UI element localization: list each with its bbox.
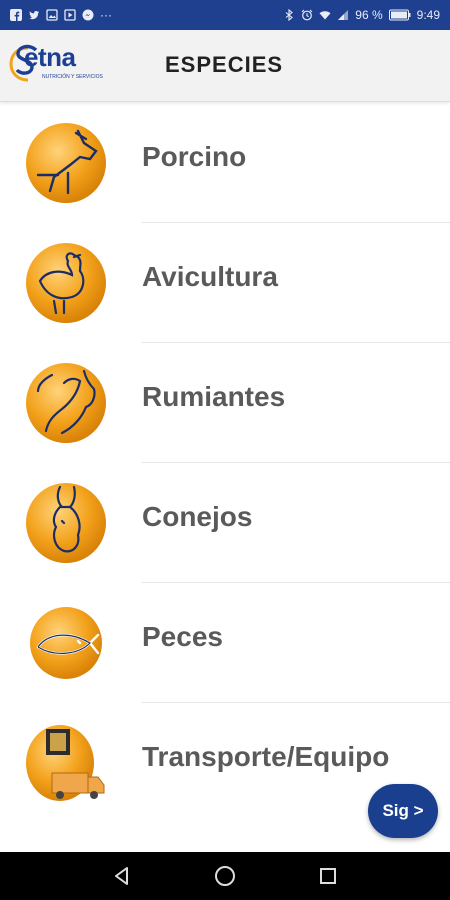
nav-back-button[interactable] — [110, 864, 134, 888]
battery-icon — [388, 9, 411, 21]
play-store-icon — [64, 9, 76, 21]
rabbit-icon — [26, 483, 106, 563]
species-item-peces[interactable]: Peces — [0, 583, 450, 703]
clock: 9:49 — [416, 8, 440, 22]
next-button[interactable]: Sig > — [368, 784, 438, 838]
twitter-icon — [29, 11, 39, 20]
fish-icon — [30, 607, 102, 679]
facebook-icon — [10, 9, 22, 21]
wifi-icon — [319, 11, 331, 20]
nav-home-button[interactable] — [213, 864, 237, 888]
system-nav-bar — [0, 852, 450, 900]
status-bar: ··· 96 % 9:49 — [0, 0, 450, 30]
system-icons: 96 % 9:49 — [283, 8, 440, 22]
species-list: Porcino Avicultura Rumiantes Conejos Pec… — [0, 103, 450, 823]
alarm-icon — [301, 9, 313, 21]
species-item-avicultura[interactable]: Avicultura — [0, 223, 450, 343]
species-label: Conejos — [142, 501, 253, 532]
species-label: Transporte/Equipo — [142, 741, 390, 772]
app-header: etna NUTRICIÓN Y SERVICIOS ESPECIES — [0, 30, 450, 102]
species-item-rumiantes[interactable]: Rumiantes — [0, 343, 450, 463]
species-label: Porcino — [142, 141, 247, 172]
bluetooth-icon — [285, 9, 294, 21]
recents-square-icon — [320, 868, 337, 884]
species-item-porcino[interactable]: Porcino — [0, 103, 450, 223]
species-label: Peces — [142, 621, 223, 652]
setna-logo: etna NUTRICIÓN Y SERVICIOS — [8, 40, 112, 88]
notification-icons: ··· — [10, 8, 112, 22]
home-circle-icon — [214, 866, 235, 886]
battery-percent: 96 % — [355, 8, 383, 22]
gallery-icon — [46, 9, 58, 21]
truck-icon — [26, 725, 105, 801]
pig-icon — [26, 123, 106, 203]
species-label: Avicultura — [142, 261, 278, 292]
cow-icon — [26, 363, 106, 443]
species-label: Rumiantes — [142, 381, 286, 412]
back-triangle-icon — [114, 867, 128, 885]
nav-recents-button[interactable] — [316, 864, 340, 888]
messenger-icon — [82, 9, 94, 21]
chicken-icon — [26, 243, 106, 323]
page-title: ESPECIES — [165, 52, 284, 77]
logo-tagline: NUTRICIÓN Y SERVICIOS — [42, 74, 103, 80]
logo-wordmark: etna — [24, 42, 76, 72]
more-dots-icon: ··· — [100, 8, 112, 22]
species-item-conejos[interactable]: Conejos — [0, 463, 450, 583]
signal-icon — [338, 10, 349, 20]
